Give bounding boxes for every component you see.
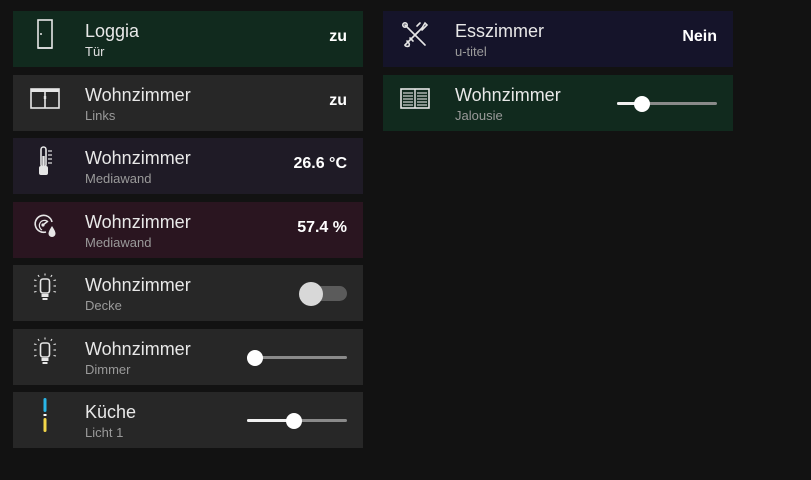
right-column: Esszimmer u-titel Nein Wohnzimmer Jalous…: [383, 11, 733, 138]
tools-icon: [399, 19, 431, 51]
light-bulb-icon: [29, 337, 61, 369]
tile-value: Nein: [682, 28, 717, 45]
tile-subtitle: Jalousie: [455, 107, 503, 123]
tile-wohnzimmer-decke[interactable]: Wohnzimmer Decke: [13, 265, 363, 321]
tile-subtitle: Tür: [85, 44, 105, 59]
window-icon: [29, 83, 61, 115]
tile-title: Wohnzimmer: [85, 148, 191, 168]
tile-subtitle: Dimmer: [85, 361, 131, 377]
tile-subtitle: Licht 1: [85, 425, 124, 440]
tile-subtitle: Links: [85, 107, 116, 123]
light-strip-icon: [29, 398, 61, 432]
tile-wohnzimmer-humidity[interactable]: Wohnzimmer Mediawand 57.4 %: [13, 201, 363, 258]
power-toggle[interactable]: [299, 282, 347, 306]
brightness-slider[interactable]: [247, 409, 347, 431]
tile-value: zu: [329, 91, 347, 109]
tile-title: Esszimmer: [455, 21, 544, 41]
tile-wohnzimmer-dimmer[interactable]: Wohnzimmer Dimmer: [13, 328, 363, 385]
brightness-slider[interactable]: [247, 346, 347, 368]
tile-loggia-door[interactable]: Loggia Tür zu: [13, 11, 363, 67]
tile-title: Küche: [85, 402, 137, 422]
tile-subtitle: Mediawand: [85, 171, 152, 186]
tile-value: zu: [329, 28, 347, 45]
tile-title: Wohnzimmer: [85, 211, 191, 232]
toggle-knob[interactable]: [299, 282, 323, 306]
tile-wohnzimmer-links-window[interactable]: Wohnzimmer Links zu: [13, 74, 363, 131]
position-slider[interactable]: [617, 92, 717, 114]
tile-title: Wohnzimmer: [85, 84, 191, 105]
tile-subtitle: u-titel: [455, 44, 487, 59]
tile-title: Wohnzimmer: [455, 84, 561, 105]
tile-value: 26.6 °C: [293, 155, 347, 172]
thermometer-icon: [29, 146, 61, 178]
slider-thumb[interactable]: [634, 95, 650, 112]
humidity-gauge-icon: [29, 210, 61, 242]
tile-title: Wohnzimmer: [85, 275, 191, 295]
tile-subtitle: Decke: [85, 298, 122, 313]
tile-subtitle: Mediawand: [85, 234, 152, 250]
slider-thumb[interactable]: [247, 349, 263, 366]
left-column: Loggia Tür zu Wohnzimmer Links zu Wohnzi…: [13, 11, 363, 456]
tile-esszimmer[interactable]: Esszimmer u-titel Nein: [383, 11, 733, 67]
tile-wohnzimmer-temperature[interactable]: Wohnzimmer Mediawand 26.6 °C: [13, 138, 363, 194]
blinds-icon: [399, 83, 431, 115]
light-bulb-icon: [29, 273, 61, 305]
slider-thumb[interactable]: [286, 413, 302, 429]
tile-value: 57.4 %: [297, 218, 347, 236]
tile-wohnzimmer-jalousie[interactable]: Wohnzimmer Jalousie: [383, 74, 733, 131]
door-icon: [29, 19, 61, 51]
tile-title: Loggia: [85, 21, 140, 41]
tile-title: Wohnzimmer: [85, 338, 191, 359]
tile-kueche-licht[interactable]: Küche Licht 1: [13, 392, 363, 448]
